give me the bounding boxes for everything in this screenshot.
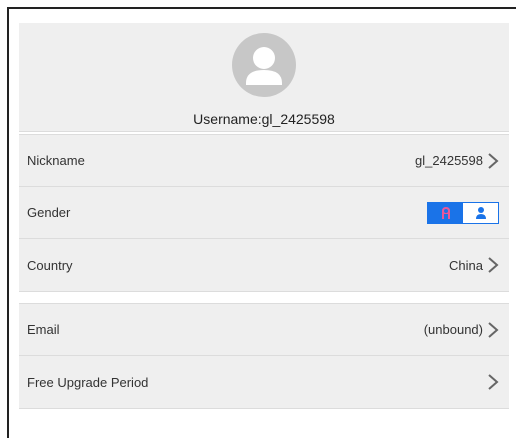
- user-avatar-icon: [246, 47, 282, 85]
- free-upgrade-period-row[interactable]: Free Upgrade Period: [19, 356, 509, 408]
- nickname-label: Nickname: [27, 153, 85, 168]
- account-settings-group: Email (unbound) Free Upgrade Period: [19, 303, 509, 409]
- profile-settings-group: Nickname gl_2425598 Gender Country China: [19, 134, 509, 292]
- nickname-value: gl_2425598: [415, 153, 483, 168]
- profile-header: Username:gl_2425598: [19, 23, 509, 132]
- chevron-right-icon: [488, 374, 499, 390]
- male-icon: [475, 206, 486, 219]
- gender-female-option[interactable]: [428, 202, 463, 223]
- chevron-right-icon: [488, 152, 499, 169]
- gender-label: Gender: [27, 205, 71, 220]
- nickname-row[interactable]: Nickname gl_2425598: [19, 135, 509, 187]
- email-label: Email: [27, 322, 60, 337]
- email-value: (unbound): [423, 322, 483, 337]
- country-row[interactable]: Country China: [19, 239, 509, 291]
- email-row[interactable]: Email (unbound): [19, 304, 509, 356]
- avatar[interactable]: [232, 33, 296, 97]
- username-label: Username:gl_2425598: [193, 111, 335, 127]
- country-value: China: [449, 257, 483, 273]
- country-label: Country: [27, 257, 73, 273]
- gender-toggle[interactable]: [427, 201, 499, 224]
- chevron-right-icon: [488, 321, 499, 338]
- female-icon: [441, 206, 450, 219]
- chevron-right-icon: [488, 257, 499, 273]
- gender-row: Gender: [19, 187, 509, 239]
- settings-panel: Username:gl_2425598 Nickname gl_2425598 …: [7, 7, 516, 438]
- free-upgrade-period-label: Free Upgrade Period: [27, 374, 149, 390]
- gender-male-option[interactable]: [463, 202, 498, 223]
